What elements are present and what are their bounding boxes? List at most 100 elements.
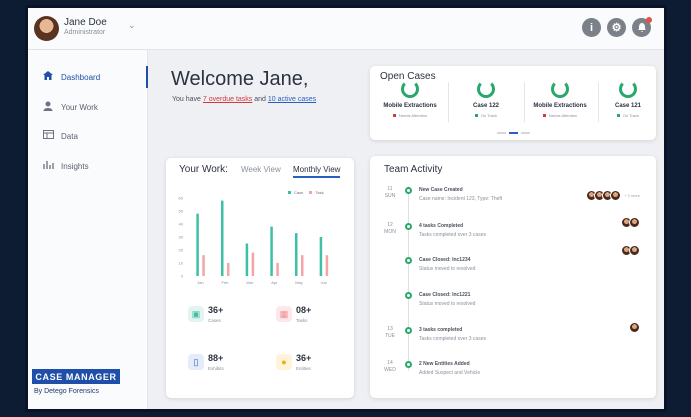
y-tick-label: 50 bbox=[179, 209, 184, 214]
y-tick-label: 60 bbox=[179, 196, 184, 201]
bar-case-feb[interactable] bbox=[221, 200, 224, 276]
bar-case-apr[interactable] bbox=[270, 226, 273, 276]
bell-icon[interactable] bbox=[632, 17, 652, 37]
sidebar-item-insights[interactable]: Insights bbox=[28, 153, 148, 179]
case-name: Case 122 bbox=[472, 103, 500, 109]
avatar bbox=[629, 217, 640, 228]
bar-case-mar[interactable] bbox=[245, 243, 249, 277]
event-avatars[interactable] bbox=[621, 217, 640, 228]
gear-icon[interactable]: ⚙ bbox=[607, 18, 626, 37]
bar-chart-icon bbox=[42, 160, 54, 172]
event-description: Status moved to resolved bbox=[419, 266, 476, 272]
stat-label: Entities bbox=[296, 366, 311, 371]
event-date: 11 SUN bbox=[384, 186, 396, 199]
event-title[interactable]: 2 New Entities Added bbox=[419, 361, 470, 367]
timeline-line bbox=[408, 186, 409, 371]
sidebar-item-data[interactable]: Data bbox=[28, 123, 148, 149]
case-status: On Track bbox=[594, 113, 662, 118]
timeline-dot bbox=[405, 327, 412, 334]
stat-tasks[interactable]: ▦ 08+ Tasks bbox=[276, 303, 332, 333]
active-cases-link[interactable]: 10 active cases bbox=[268, 96, 316, 103]
tab-week-view[interactable]: Week View bbox=[241, 165, 281, 174]
timeline-dot bbox=[405, 223, 412, 230]
chevron-down-icon[interactable]: ⌄ bbox=[128, 20, 136, 31]
brand-logo: CASE MANAGER bbox=[32, 369, 120, 384]
stat-entities[interactable]: ● 36+ Entities bbox=[276, 351, 332, 381]
event-description: Added Suspect and Vehicle bbox=[419, 370, 481, 376]
event-date: 13 TUE bbox=[385, 326, 395, 339]
event-avatars[interactable]: + 3 more bbox=[586, 190, 640, 201]
carousel-dots[interactable] bbox=[497, 132, 530, 134]
x-tick-label: Feb bbox=[222, 280, 230, 285]
sidebar: Dashboard Your Work Data Insights CASE M… bbox=[28, 50, 148, 409]
stat-value: 08+ bbox=[296, 305, 312, 315]
notification-badge bbox=[646, 17, 652, 23]
avatar bbox=[629, 245, 640, 256]
bar-task-jun[interactable] bbox=[325, 255, 329, 276]
event-description: Tasks completed over 3 cases bbox=[419, 336, 486, 342]
x-tick-label: Jun bbox=[320, 280, 326, 285]
timeline-dot bbox=[405, 361, 412, 368]
your-work-card: Your Work: Week View Monthly View Case T… bbox=[166, 158, 354, 398]
bar-task-jan[interactable] bbox=[202, 255, 205, 276]
sidebar-item-your-work[interactable]: Your Work bbox=[28, 94, 148, 120]
event-title[interactable]: New Case Created bbox=[419, 187, 463, 193]
summary-text: You have bbox=[172, 96, 203, 103]
event-date: 12 MON bbox=[384, 222, 396, 235]
avatar[interactable] bbox=[34, 16, 59, 41]
carousel-dot[interactable] bbox=[521, 132, 530, 134]
event-title[interactable]: 3 tasks completed bbox=[419, 327, 462, 333]
team-activity-card: Team Activity 11 SUN New Case Created Cas… bbox=[370, 156, 656, 398]
bar-task-mar[interactable] bbox=[251, 252, 255, 276]
stat-label: Exhibits bbox=[208, 366, 224, 371]
event-avatars[interactable] bbox=[621, 245, 640, 256]
stat-value: 36+ bbox=[208, 305, 224, 315]
stat-cases[interactable]: ▣ 36+ Cases bbox=[188, 303, 244, 333]
sidebar-item-label: Data bbox=[61, 131, 78, 141]
open-case-item[interactable]: Case 122 On Track bbox=[452, 80, 520, 118]
carousel-dot[interactable] bbox=[509, 132, 518, 134]
stat-value: 88+ bbox=[208, 353, 224, 363]
divider bbox=[524, 82, 525, 122]
stat-label: Cases bbox=[208, 318, 221, 323]
phone-icon: ▯ bbox=[188, 354, 204, 370]
bar-case-jan[interactable] bbox=[196, 213, 199, 276]
bar-chart: 0 10 20 30 40 50 60 Jan Feb Mar Apr May Jun bbox=[179, 196, 329, 285]
overdue-tasks-link[interactable]: 7 overdue tasks bbox=[203, 96, 252, 103]
timeline-dot bbox=[405, 292, 412, 299]
bar-task-feb[interactable] bbox=[227, 263, 230, 276]
your-work-title: Your Work: bbox=[179, 164, 228, 175]
open-case-item[interactable]: Case 121 On Track bbox=[594, 80, 662, 118]
avatar bbox=[629, 322, 640, 333]
event-description: Case name: Incident 123, Type: Theft bbox=[419, 196, 503, 202]
event-avatars[interactable] bbox=[629, 322, 640, 333]
progress-ring-icon bbox=[619, 80, 637, 98]
bar-case-jun[interactable] bbox=[319, 237, 323, 276]
brand-subtitle: By Detego Forensics bbox=[34, 388, 99, 395]
bar-case-may[interactable] bbox=[295, 233, 298, 276]
page-title: Welcome Jane, bbox=[171, 68, 309, 90]
divider bbox=[448, 82, 449, 122]
case-status: Needs Attention bbox=[376, 113, 444, 118]
open-case-item[interactable]: Mobile Extractions Needs Attention bbox=[526, 80, 594, 118]
stat-exhibits[interactable]: ▯ 88+ Exhibits bbox=[188, 351, 244, 381]
bar-task-apr[interactable] bbox=[276, 263, 279, 276]
event-title[interactable]: 4 tasks Completed bbox=[419, 223, 463, 229]
event-title[interactable]: Case Closed: Inc1234 bbox=[419, 257, 470, 263]
y-tick-label: 10 bbox=[179, 261, 184, 266]
x-tick-label: May bbox=[295, 280, 303, 285]
data-icon bbox=[42, 130, 54, 142]
event-description: Status moved to resolved bbox=[419, 301, 476, 307]
bar-task-may[interactable] bbox=[301, 255, 304, 276]
sidebar-item-label: Insights bbox=[61, 161, 89, 171]
user-role: Administrator bbox=[64, 29, 106, 36]
tab-monthly-view[interactable]: Monthly View bbox=[293, 165, 341, 178]
sidebar-item-label: Your Work bbox=[61, 102, 98, 112]
carousel-dot[interactable] bbox=[497, 132, 506, 134]
open-case-item[interactable]: Mobile Extractions Needs Attention bbox=[376, 80, 444, 118]
app-window: Jane Doe Administrator ⌄ i ⚙ Dashboard Y… bbox=[28, 8, 664, 409]
info-icon[interactable]: i bbox=[582, 18, 601, 37]
event-title[interactable]: Case Closed: Inc1221 bbox=[419, 292, 470, 298]
home-icon bbox=[42, 71, 54, 83]
sidebar-item-dashboard[interactable]: Dashboard bbox=[28, 64, 148, 90]
